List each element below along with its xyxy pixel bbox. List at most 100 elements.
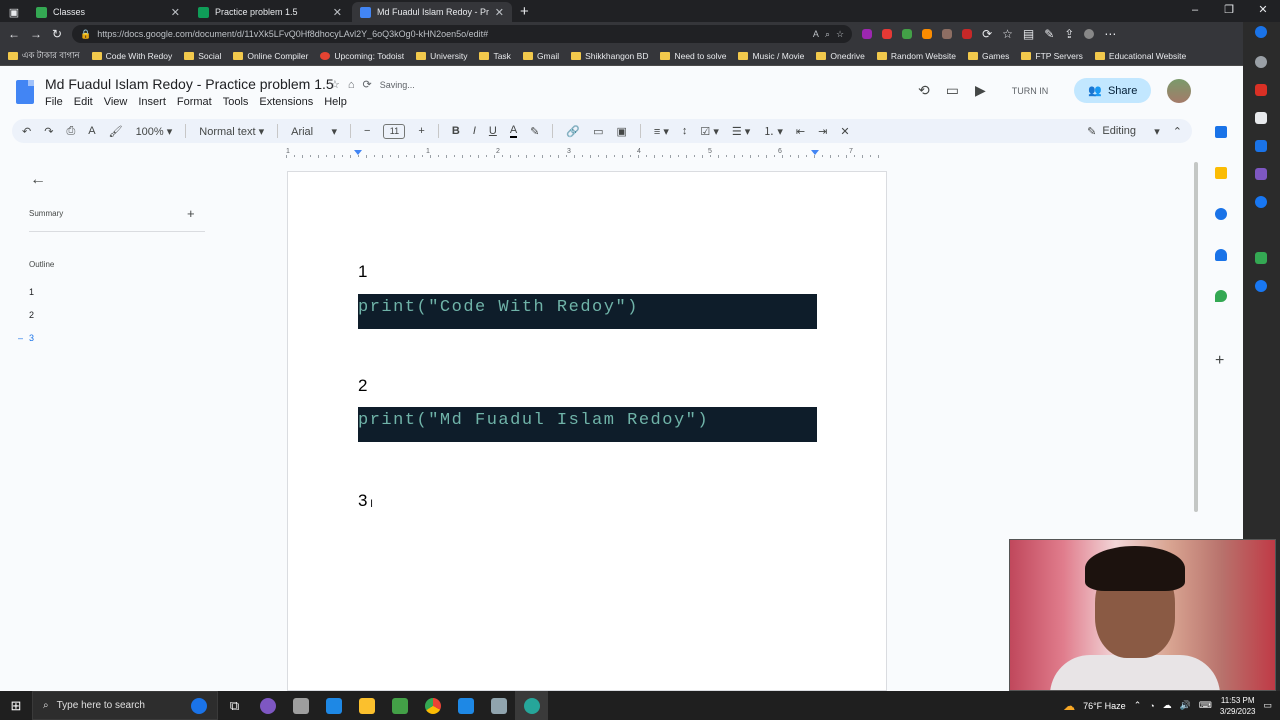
extension-icon[interactable]	[922, 29, 933, 39]
outline-item[interactable]: 2	[29, 310, 34, 320]
bookmark[interactable]: Random Website	[876, 51, 956, 61]
bookmark[interactable]: Onedrive	[816, 51, 865, 61]
heading-2[interactable]: 2	[358, 376, 367, 396]
bookmark[interactable]: Need to solve	[660, 51, 726, 61]
menu-view[interactable]: View	[104, 96, 128, 108]
decrease-font-icon[interactable]: −	[364, 125, 370, 137]
add-summary-icon[interactable]: +	[187, 206, 195, 221]
menu-format[interactable]: Format	[177, 96, 212, 108]
new-tab-icon[interactable]: +	[520, 2, 529, 22]
underline-icon[interactable]: U	[489, 125, 497, 137]
extensions-icon[interactable]: ✎	[1044, 27, 1054, 41]
weather-text[interactable]: 76°F Haze	[1083, 701, 1126, 711]
favorite-icon[interactable]: ☆	[836, 29, 844, 40]
read-aloud-icon[interactable]: A	[813, 29, 819, 39]
extension-icon[interactable]	[882, 29, 893, 39]
close-tab-icon[interactable]: ✕	[171, 6, 180, 19]
bookmark[interactable]: Code With Redoy	[91, 51, 172, 61]
code-block-2[interactable]: print("Md Fuadul Islam Redoy")	[358, 407, 817, 442]
comment-icon[interactable]: ▭	[946, 82, 959, 99]
font-select[interactable]: Arial ▾	[291, 125, 337, 138]
heading-1[interactable]: 1	[358, 262, 367, 282]
tab-docs-active[interactable]: Md Fuadul Islam Redoy - Practic ✕	[352, 2, 512, 22]
bookmark[interactable]: Online Compiler	[233, 51, 308, 61]
clear-formatting-icon[interactable]: ✕	[840, 125, 849, 138]
increase-indent-icon[interactable]: ⇥	[818, 125, 827, 138]
more-icon[interactable]: ⋯	[1104, 27, 1116, 41]
document-title[interactable]: Md Fuadul Islam Redoy - Practice problem…	[45, 76, 334, 92]
paint-format-icon[interactable]: 🖌	[109, 125, 123, 138]
bookmark[interactable]: Games	[967, 51, 1009, 61]
maps-icon[interactable]	[1215, 290, 1227, 302]
bookmark[interactable]: FTP Servers	[1021, 51, 1083, 61]
menu-help[interactable]: Help	[324, 96, 347, 108]
menu-edit[interactable]: Edit	[74, 96, 93, 108]
network-icon[interactable]: ◔	[1149, 701, 1154, 711]
bold-icon[interactable]: B	[452, 125, 460, 137]
menu-file[interactable]: File	[45, 96, 63, 108]
facebook-icon[interactable]	[1255, 196, 1267, 208]
font-size-input[interactable]: 11	[383, 123, 406, 139]
spellcheck-icon[interactable]: A	[88, 125, 95, 137]
docs-logo-icon[interactable]	[16, 80, 34, 104]
outlook-icon[interactable]	[1255, 140, 1267, 152]
turn-in-button[interactable]: TURN IN	[1002, 81, 1059, 101]
favorites-icon[interactable]: ☆	[1002, 27, 1013, 41]
window-menu-icon[interactable]: ▣	[0, 2, 28, 22]
bookmark[interactable]: Gmail	[522, 51, 559, 61]
shopping-icon[interactable]	[1255, 84, 1267, 96]
minimize-icon[interactable]: –	[1178, 0, 1212, 20]
profile-icon[interactable]	[1084, 29, 1095, 39]
file-explorer-icon[interactable]	[350, 691, 383, 720]
image-icon[interactable]: ▣	[617, 125, 627, 138]
app-icon[interactable]	[383, 691, 416, 720]
menu-tools[interactable]: Tools	[223, 96, 249, 108]
zoom-icon[interactable]: ⌕	[825, 29, 830, 40]
align-icon[interactable]: ≡ ▾	[654, 125, 669, 138]
onedrive-icon[interactable]: ☁	[1163, 700, 1172, 711]
app-icon[interactable]	[251, 691, 284, 720]
extension-icon[interactable]	[962, 29, 973, 39]
messenger-icon[interactable]	[1255, 168, 1267, 180]
star-icon[interactable]: ☆	[330, 78, 340, 91]
notifications-icon[interactable]: ▭	[1263, 700, 1272, 711]
numbered-list-icon[interactable]: ⒈ ▾	[763, 123, 783, 139]
bookmark[interactable]: Music / Movie	[738, 51, 804, 61]
text-color-icon[interactable]: A	[509, 124, 518, 138]
language-icon[interactable]: ⌨	[1199, 700, 1212, 711]
chrome-icon[interactable]	[416, 691, 449, 720]
extension-icon[interactable]	[862, 29, 873, 39]
move-icon[interactable]: ⌂	[348, 79, 355, 91]
close-window-icon[interactable]: ✕	[1246, 0, 1280, 20]
code-block-1[interactable]: print("Code With Redoy")	[358, 294, 817, 329]
reload-icon[interactable]: ↻	[52, 27, 62, 41]
bookmark[interactable]: এক টাকার বাগান	[8, 49, 80, 63]
comment-add-icon[interactable]: ▭	[593, 125, 603, 138]
facebook-icon[interactable]	[1255, 280, 1267, 292]
back-icon[interactable]: ←	[8, 27, 20, 41]
bing-icon[interactable]	[1255, 26, 1267, 38]
whatsapp-icon[interactable]	[1255, 252, 1267, 264]
print-icon[interactable]: ⎙	[66, 125, 75, 138]
bullet-list-icon[interactable]: ☰ ▾	[732, 125, 750, 138]
right-indent-marker[interactable]	[811, 150, 819, 155]
highlight-icon[interactable]: ✎	[530, 125, 539, 138]
collapse-toolbar-icon[interactable]: ⌃	[1173, 125, 1182, 138]
zoom-select[interactable]: 100% ▾	[136, 125, 173, 138]
refresh-icon[interactable]: ⟳	[982, 27, 992, 41]
menu-insert[interactable]: Insert	[138, 96, 166, 108]
search-icon[interactable]	[1255, 56, 1267, 68]
history-icon[interactable]: ⟲	[918, 82, 930, 99]
bookmark[interactable]: Upcoming: Todoist	[320, 51, 404, 61]
get-addons-icon[interactable]: +	[1215, 352, 1224, 370]
ruler[interactable]: 1 1 2 3 4 5 6 7	[286, 148, 886, 160]
avatar[interactable]	[1167, 78, 1192, 103]
task-view-icon[interactable]: ⧉	[218, 691, 251, 720]
close-tab-icon[interactable]: ✕	[495, 6, 504, 19]
start-icon[interactable]: ⊞	[0, 691, 32, 720]
taskbar-search[interactable]: ⌕ Type here to search	[32, 691, 218, 720]
decrease-indent-icon[interactable]: ⇤	[796, 125, 805, 138]
app-icon[interactable]	[284, 691, 317, 720]
heading-3[interactable]: 3	[358, 491, 367, 511]
extension-icon[interactable]	[942, 29, 953, 39]
